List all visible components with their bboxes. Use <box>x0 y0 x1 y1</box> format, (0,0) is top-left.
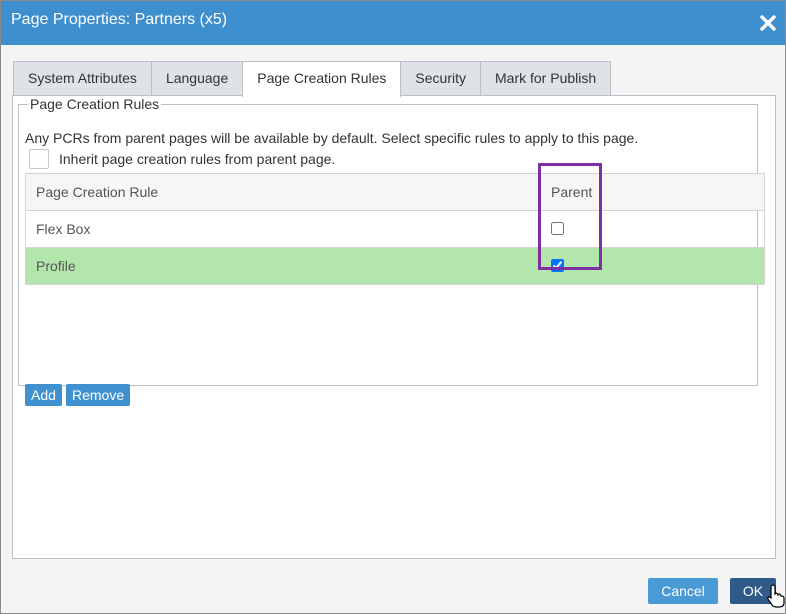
table-row[interactable]: Profile <box>26 248 764 285</box>
pcr-description: Any PCRs from parent pages will be avail… <box>25 130 639 146</box>
tab-panel: Page Creation Rules Any PCRs from parent… <box>12 95 776 559</box>
dialog-title: Page Properties: Partners (x5) <box>11 11 228 28</box>
dialog-titlebar: Page Properties: Partners (x5) <box>1 1 785 45</box>
inherit-label: Inherit page creation rules from parent … <box>59 151 336 167</box>
ok-button[interactable]: OK <box>730 578 776 604</box>
close-icon[interactable] <box>757 12 779 34</box>
parent-checkbox[interactable] <box>551 222 564 235</box>
tab-page-creation-rules[interactable]: Page Creation Rules <box>242 61 402 97</box>
tab-system-attributes[interactable]: System Attributes <box>13 61 152 95</box>
parent-checkbox[interactable] <box>551 259 564 272</box>
rule-name: Profile <box>36 258 76 274</box>
cancel-button[interactable]: Cancel <box>648 578 718 604</box>
pcr-fieldset: Page Creation Rules Any PCRs from parent… <box>18 96 765 406</box>
grid-header: Page Creation Rule Parent <box>26 174 764 211</box>
inherit-checkbox[interactable] <box>29 149 49 169</box>
column-header-rule[interactable]: Page Creation Rule <box>36 174 158 210</box>
column-divider <box>538 174 539 210</box>
tab-bar: System Attributes Language Page Creation… <box>13 61 612 97</box>
column-header-parent[interactable]: Parent <box>551 174 592 210</box>
tab-language[interactable]: Language <box>150 61 244 95</box>
tab-mark-for-publish[interactable]: Mark for Publish <box>480 61 612 95</box>
remove-button[interactable]: Remove <box>66 384 131 406</box>
pcr-legend: Page Creation Rules <box>30 96 160 112</box>
rule-name: Flex Box <box>36 221 91 237</box>
add-button[interactable]: Add <box>25 384 62 406</box>
pcr-grid: Page Creation Rule Parent Flex Box Profi… <box>25 173 765 285</box>
table-row[interactable]: Flex Box <box>26 211 764 248</box>
inherit-row: Inherit page creation rules from parent … <box>29 148 335 170</box>
tab-security[interactable]: Security <box>400 61 481 95</box>
page-properties-dialog: Page Properties: Partners (x5) System At… <box>0 0 786 614</box>
